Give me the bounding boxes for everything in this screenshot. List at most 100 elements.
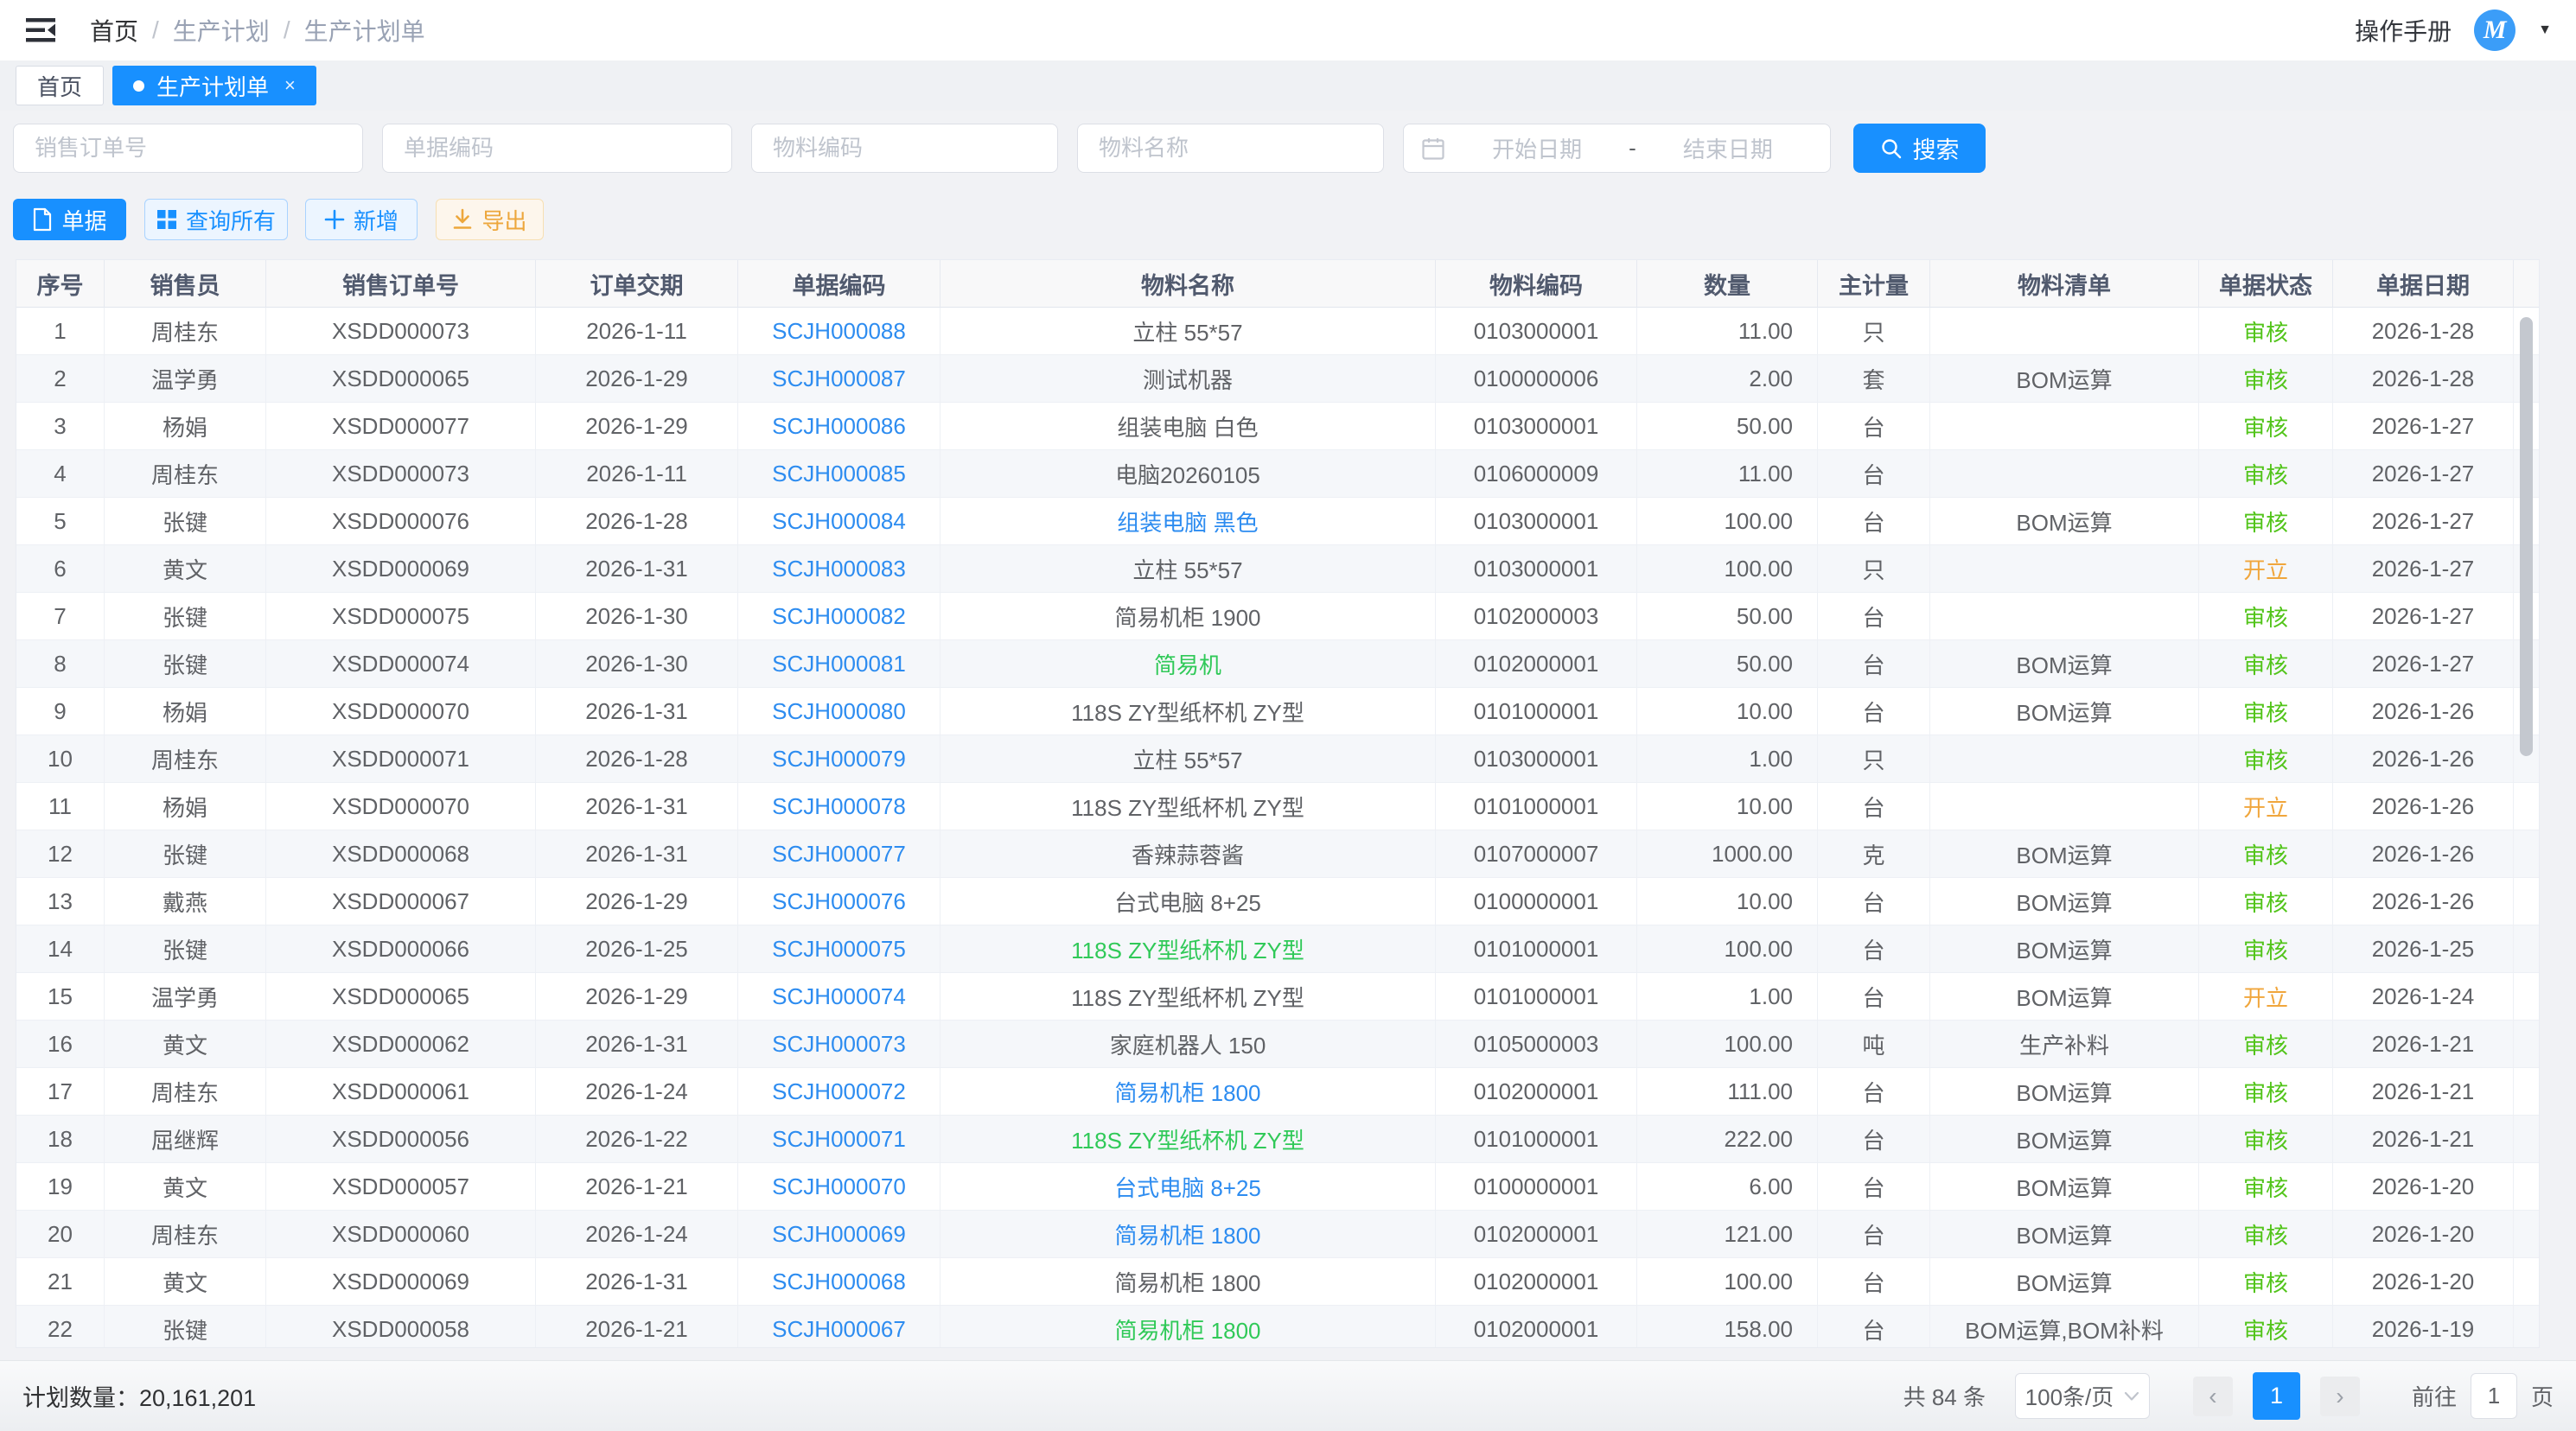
cell-material_code: 0105000003 — [1436, 1021, 1637, 1068]
column-header-bom_list: 物料清单 — [1930, 260, 2199, 308]
material-code-input[interactable] — [751, 124, 1058, 173]
cell-doc_date: 2026-1-27 — [2333, 593, 2514, 640]
cell-doc_code[interactable]: SCJH000079 — [738, 735, 940, 783]
column-header-doc_code: 单据编码 — [738, 260, 940, 308]
cell-doc_code[interactable]: SCJH000067 — [738, 1306, 940, 1348]
search-button[interactable]: 搜索 — [1853, 124, 1986, 173]
cell-doc_code[interactable]: SCJH000071 — [738, 1116, 940, 1163]
tab-home[interactable]: 首页 — [16, 66, 104, 105]
cell-doc_date: 2026-1-21 — [2333, 1068, 2514, 1116]
cell-material_name[interactable]: 简易机柜 1800 — [940, 1211, 1436, 1258]
column-header-seq: 序号 — [16, 260, 105, 308]
cell-doc_code[interactable]: SCJH000074 — [738, 973, 940, 1021]
avatar[interactable]: M — [2474, 10, 2515, 51]
cell-material_name[interactable]: 118S ZY型纸杯机 ZY型 — [940, 1116, 1436, 1163]
cell-material_name[interactable]: 简易机柜 1800 — [940, 1068, 1436, 1116]
tab-bar: 首页 生产计划单 × — [0, 60, 2576, 111]
table-body: 1周桂东XSDD0000732026-1-11SCJH000088立柱 55*5… — [16, 308, 2540, 1348]
collapse-menu-icon[interactable] — [24, 16, 59, 44]
cell-status: 审核 — [2199, 1021, 2333, 1068]
cell-doc_code[interactable]: SCJH000088 — [738, 308, 940, 355]
cell-material_name[interactable]: 简易机柜 1800 — [940, 1306, 1436, 1348]
tab-home-label: 首页 — [37, 70, 82, 102]
cell-doc_code[interactable]: SCJH000081 — [738, 640, 940, 688]
doc-code-input[interactable] — [382, 124, 732, 173]
cell-doc_code[interactable]: SCJH000080 — [738, 688, 940, 735]
tab-production-plan-doc[interactable]: 生产计划单 × — [112, 66, 316, 105]
material-name-input[interactable] — [1077, 124, 1384, 173]
breadcrumb-production-plan[interactable]: 生产计划 — [173, 13, 270, 48]
goto-page: 前往 页 — [2412, 1373, 2554, 1419]
chevron-down-icon — [2124, 1391, 2139, 1402]
table-row: 12张键XSDD0000682026-1-31SCJH000077香辣蒜蓉酱01… — [16, 830, 2540, 878]
cell-delivery_date: 2026-1-29 — [536, 403, 738, 450]
page-size-select[interactable]: 100条/页 — [2015, 1373, 2150, 1419]
cell-sales_order_no: XSDD000075 — [266, 593, 536, 640]
cell-delivery_date: 2026-1-30 — [536, 640, 738, 688]
cell-bom_list: BOM运算 — [1930, 973, 2199, 1021]
cell-doc_code[interactable]: SCJH000084 — [738, 498, 940, 545]
cell-material_code: 0103000001 — [1436, 308, 1637, 355]
cell-sales_order_no: XSDD000061 — [266, 1068, 536, 1116]
cell-qty: 11.00 — [1637, 450, 1818, 498]
cell-delivery_date: 2026-1-29 — [536, 973, 738, 1021]
cell-bom_list — [1930, 308, 2199, 355]
cell-status: 审核 — [2199, 1258, 2333, 1306]
cell-gutter — [2514, 878, 2540, 925]
cell-sales_order_no: XSDD000073 — [266, 450, 536, 498]
date-range-picker[interactable]: 开始日期 - 结束日期 — [1403, 124, 1831, 173]
cell-salesperson: 张键 — [105, 498, 266, 545]
cell-material_name: 简易机柜 1900 — [940, 593, 1436, 640]
date-start-placeholder[interactable]: 开始日期 — [1452, 132, 1622, 164]
sales-order-input[interactable] — [13, 124, 363, 173]
add-button[interactable]: 新增 — [305, 199, 418, 240]
tab-production-plan-doc-label: 生产计划单 — [156, 70, 269, 102]
cell-material_name[interactable]: 简易机 — [940, 640, 1436, 688]
vertical-scrollbar[interactable] — [2520, 317, 2533, 756]
next-page-button[interactable]: › — [2320, 1377, 2360, 1416]
page-number-1[interactable]: 1 — [2253, 1372, 2300, 1420]
cell-doc_code[interactable]: SCJH000085 — [738, 450, 940, 498]
query-all-button[interactable]: 查询所有 — [144, 199, 288, 240]
cell-doc_code[interactable]: SCJH000076 — [738, 878, 940, 925]
cell-sales_order_no: XSDD000068 — [266, 830, 536, 878]
cell-doc_code[interactable]: SCJH000077 — [738, 830, 940, 878]
cell-status: 审核 — [2199, 1211, 2333, 1258]
cell-doc_code[interactable]: SCJH000087 — [738, 355, 940, 403]
tab-close-icon[interactable]: × — [284, 74, 296, 97]
cell-doc_code[interactable]: SCJH000082 — [738, 593, 940, 640]
cell-doc_code[interactable]: SCJH000086 — [738, 403, 940, 450]
cell-doc_code[interactable]: SCJH000078 — [738, 783, 940, 830]
cell-doc_code[interactable]: SCJH000083 — [738, 545, 940, 593]
document-button[interactable]: 单据 — [13, 199, 126, 240]
cell-material_code: 0100000001 — [1436, 1163, 1637, 1211]
cell-material_name[interactable]: 台式电脑 8+25 — [940, 1163, 1436, 1211]
manual-link[interactable]: 操作手册 — [2355, 13, 2452, 48]
cell-delivery_date: 2026-1-31 — [536, 783, 738, 830]
cell-doc_code[interactable]: SCJH000072 — [738, 1068, 940, 1116]
goto-suffix: 页 — [2531, 1380, 2554, 1412]
cell-seq: 22 — [16, 1306, 105, 1348]
prev-page-button[interactable]: ‹ — [2193, 1377, 2233, 1416]
cell-material_name[interactable]: 118S ZY型纸杯机 ZY型 — [940, 925, 1436, 973]
download-icon — [452, 208, 473, 231]
user-menu-caret-icon[interactable]: ▼ — [2538, 22, 2552, 38]
date-end-placeholder[interactable]: 结束日期 — [1643, 132, 1813, 164]
cell-material_code: 0106000009 — [1436, 450, 1637, 498]
export-button[interactable]: 导出 — [436, 199, 544, 240]
cell-gutter — [2514, 1211, 2540, 1258]
cell-doc_code[interactable]: SCJH000068 — [738, 1258, 940, 1306]
cell-delivery_date: 2026-1-22 — [536, 1116, 738, 1163]
goto-page-input[interactable] — [2471, 1373, 2517, 1419]
goto-label: 前往 — [2412, 1380, 2457, 1412]
cell-doc_code[interactable]: SCJH000075 — [738, 925, 940, 973]
cell-salesperson: 张键 — [105, 830, 266, 878]
cell-doc_code[interactable]: SCJH000070 — [738, 1163, 940, 1211]
cell-sales_order_no: XSDD000065 — [266, 355, 536, 403]
cell-doc_code[interactable]: SCJH000073 — [738, 1021, 940, 1068]
cell-qty: 11.00 — [1637, 308, 1818, 355]
cell-material_name[interactable]: 组装电脑 黑色 — [940, 498, 1436, 545]
cell-doc_code[interactable]: SCJH000069 — [738, 1211, 940, 1258]
cell-seq: 18 — [16, 1116, 105, 1163]
breadcrumb-home[interactable]: 首页 — [90, 13, 138, 48]
